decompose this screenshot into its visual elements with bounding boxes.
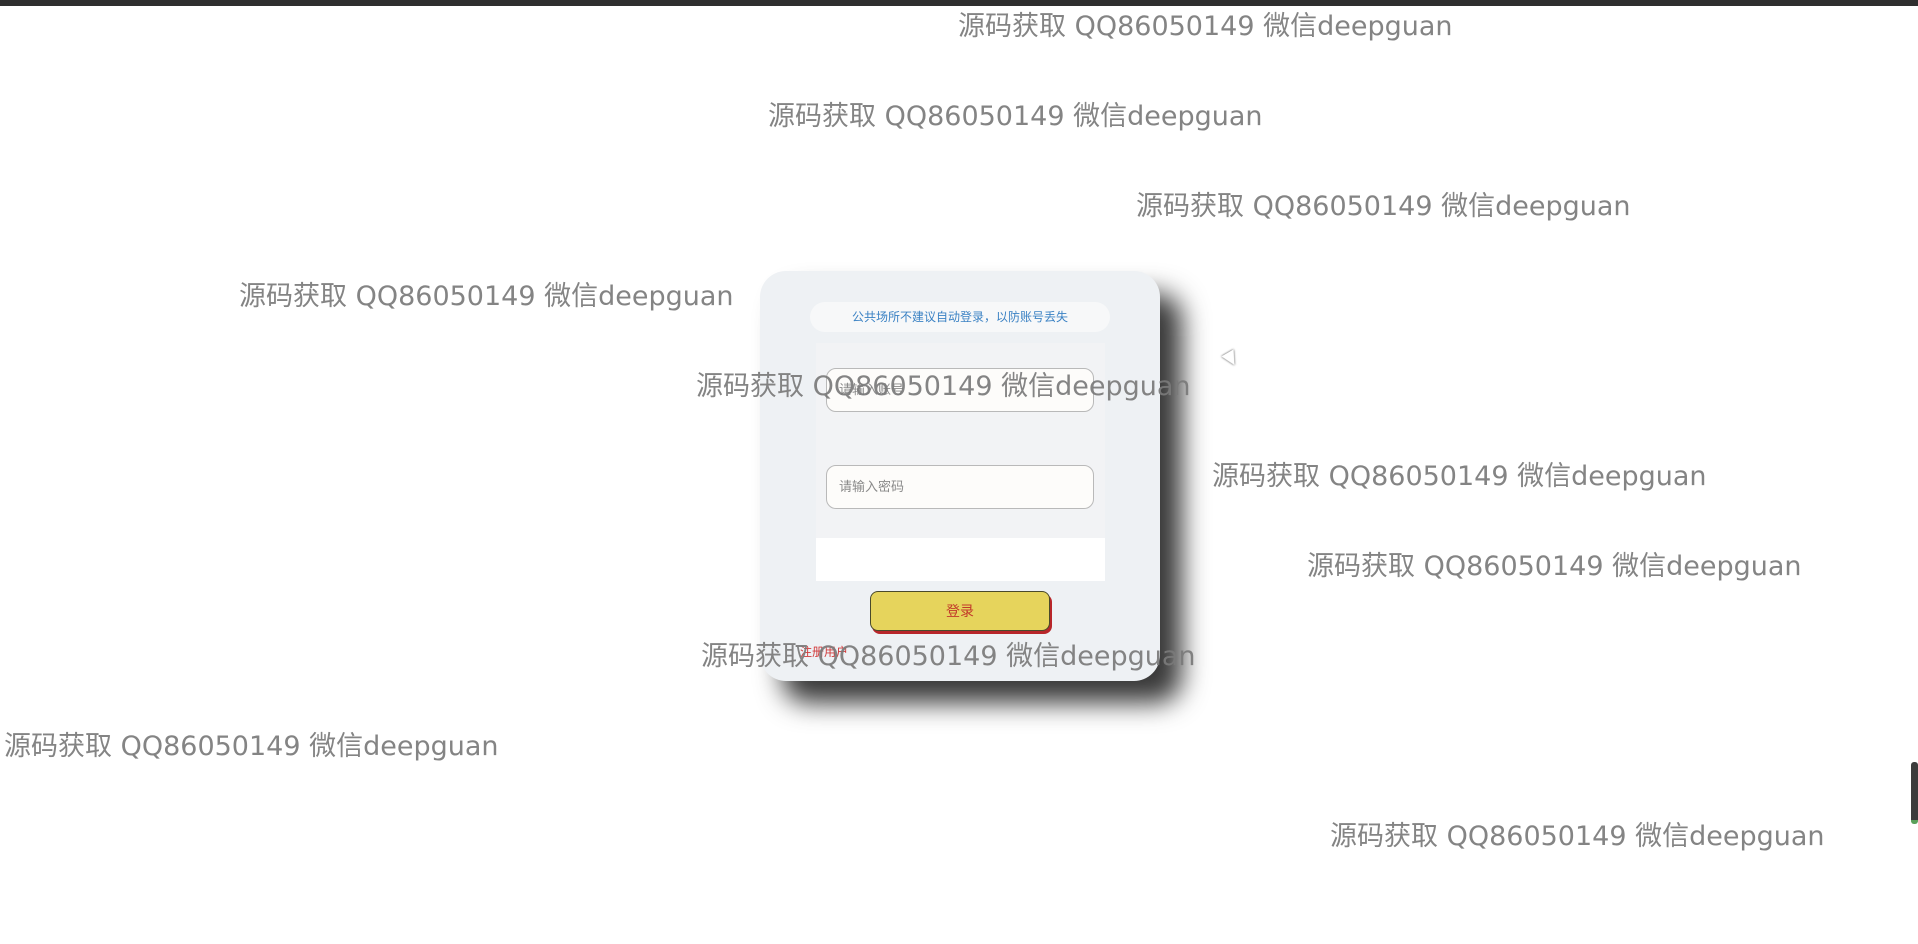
register-link[interactable]: 注册用户 <box>800 643 848 660</box>
watermark-text: 源码获取 QQ86050149 微信deepguan <box>4 731 499 762</box>
account-input[interactable] <box>826 368 1094 412</box>
browser-top-bar <box>0 0 1918 6</box>
watermark-text: 源码获取 QQ86050149 微信deepguan <box>1136 191 1631 222</box>
scrollbar[interactable] <box>1911 762 1918 824</box>
mouse-cursor-icon <box>1221 349 1241 369</box>
password-input[interactable] <box>826 465 1094 509</box>
login-card: 公共场所不建议自动登录，以防账号丢失 登录 注册用户 <box>760 271 1160 681</box>
login-button[interactable]: 登录 <box>870 591 1050 631</box>
watermark-text: 源码获取 QQ86050149 微信deepguan <box>1212 461 1707 492</box>
watermark-text: 源码获取 QQ86050149 微信deepguan <box>768 101 1263 132</box>
watermark-text: 源码获取 QQ86050149 微信deepguan <box>1330 821 1825 852</box>
watermark-text: 源码获取 QQ86050149 微信deepguan <box>239 281 734 312</box>
login-notice: 公共场所不建议自动登录，以防账号丢失 <box>810 302 1110 332</box>
watermark-text: 源码获取 QQ86050149 微信deepguan <box>1307 551 1802 582</box>
watermark-text: 源码获取 QQ86050149 微信deepguan <box>958 11 1453 42</box>
login-form <box>816 343 1105 581</box>
